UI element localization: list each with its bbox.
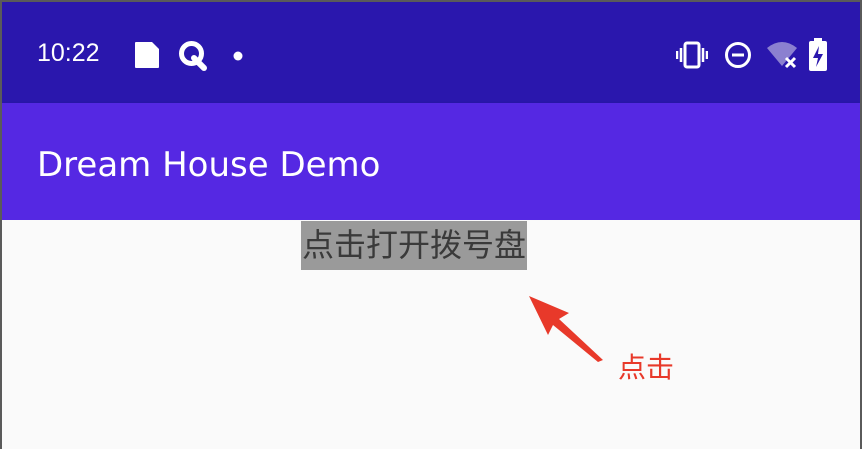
- wifi-off-icon: [767, 42, 797, 69]
- battery-charging-icon: [809, 38, 827, 71]
- status-time: 10:22: [37, 39, 100, 67]
- phone-screen: 10:22 Dream House Demo 点击打开拨号盘 点击: [0, 0, 862, 449]
- do-not-disturb-icon: [725, 42, 751, 68]
- sim-card-icon: [135, 42, 159, 68]
- status-bar: 10:22: [2, 2, 860, 103]
- app-title: Dream House Demo: [37, 145, 381, 185]
- open-dialpad-button[interactable]: 点击打开拨号盘: [301, 221, 528, 270]
- annotation-label: 点击: [618, 351, 675, 384]
- vibrate-icon: [676, 41, 708, 69]
- app-bar: Dream House Demo: [2, 103, 860, 220]
- annotation-arrow-icon: [529, 296, 603, 362]
- content-area: 点击打开拨号盘 点击: [2, 220, 860, 449]
- q-app-icon: [179, 41, 207, 71]
- notification-dot-icon: [233, 51, 243, 61]
